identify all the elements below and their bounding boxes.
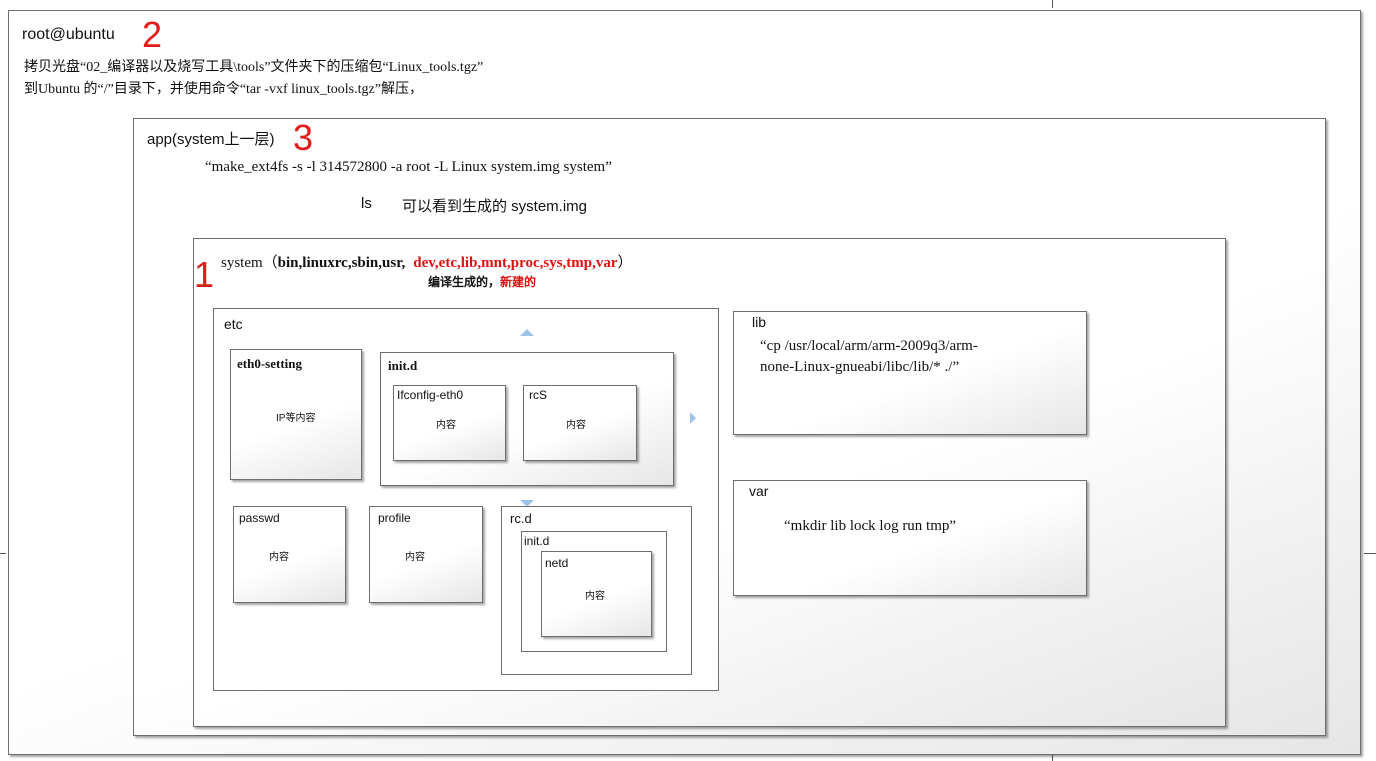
ifconfig-eth0-content: 内容 xyxy=(436,420,456,431)
make-ext4fs-command: “make_ext4fs -s -l 314572800 -a root -L … xyxy=(205,159,612,175)
profile-box: profile 内容 xyxy=(369,506,483,603)
passwd-title: passwd xyxy=(239,511,280,525)
arrow-right-icon xyxy=(690,412,696,424)
lib-label: lib xyxy=(752,314,767,330)
profile-content: 内容 xyxy=(405,552,425,563)
root-title: root@ubuntu xyxy=(22,26,115,43)
system-suffix: ） xyxy=(617,255,633,271)
rcs-title: rcS xyxy=(529,388,547,402)
note-compiled: 编译生成的， xyxy=(428,275,501,289)
netd-content: 内容 xyxy=(585,591,605,602)
system-box: 1 system（bin,linuxrc,sbin,usr, dev,etc,li… xyxy=(193,238,1226,727)
lib-command-line2: none-Linux-gnueabi/libc/lib/* ./” xyxy=(760,359,960,375)
rcd-initd-box: init.d netd 内容 xyxy=(521,531,667,652)
lib-command-line1: “cp /usr/local/arm/arm-2009q3/arm- xyxy=(760,338,978,354)
etc-label: etc xyxy=(224,316,243,332)
lib-box: lib “cp /usr/local/arm/arm-2009q3/arm- n… xyxy=(733,311,1087,435)
copy-instruction-line2: 到Ubuntu 的“/”目录下，并使用命令“tar -vxf linux_too… xyxy=(24,82,423,97)
guide-mark-top xyxy=(1052,0,1053,8)
ls-description: 可以看到生成的 system.img xyxy=(402,198,588,215)
app-box: app(system上一层) 3 “make_ext4fs -s -l 3145… xyxy=(133,118,1326,736)
step-number-2: 2 xyxy=(142,14,163,55)
eth0-setting-title: eth0-setting xyxy=(237,356,302,371)
system-prefix: system（ xyxy=(221,255,278,271)
note-created: 新建的 xyxy=(500,275,537,289)
var-label: var xyxy=(749,483,769,499)
guide-mark-bottom xyxy=(1052,754,1053,761)
arrow-up-icon xyxy=(520,329,534,336)
eth0-setting-content: IP等内容 xyxy=(276,413,316,424)
var-box: var “mkdir lib lock log run tmp” xyxy=(733,480,1087,596)
system-dir-list: system（bin,linuxrc,sbin,usr, dev,etc,lib,… xyxy=(221,251,633,272)
ifconfig-eth0-title: Ifconfig-eth0 xyxy=(397,388,464,402)
rcs-box: rcS 内容 xyxy=(523,385,637,461)
ifconfig-eth0-box: Ifconfig-eth0 内容 xyxy=(393,385,506,461)
var-command: “mkdir lib lock log run tmp” xyxy=(784,518,957,534)
profile-title: profile xyxy=(378,511,411,525)
app-title: app(system上一层) xyxy=(147,131,275,148)
created-dirs: dev,etc,lib,mnt,proc,sys,tmp,var xyxy=(413,255,618,271)
root-ubuntu-box: root@ubuntu 2 拷贝光盘“02_编译器以及烧写工具\tools”文件… xyxy=(8,10,1361,755)
step-number-3: 3 xyxy=(293,117,314,158)
copy-instruction-line1: 拷贝光盘“02_编译器以及烧写工具\tools”文件夹下的压缩包“Linux_t… xyxy=(24,60,484,75)
initd-box: init.d Ifconfig-eth0 内容 rcS 内容 xyxy=(380,352,674,486)
initd-title: init.d xyxy=(388,358,418,373)
rcd-initd-title: init.d xyxy=(524,534,550,548)
guide-mark-right xyxy=(1364,553,1376,554)
etc-box: etc eth0-setting IP等内容 init.d Ifconfig-e… xyxy=(213,308,719,691)
ls-label: ls xyxy=(361,195,372,212)
guide-mark-left xyxy=(0,553,6,554)
rcd-box: rc.d init.d netd 内容 xyxy=(501,506,692,675)
netd-title: netd xyxy=(545,556,569,570)
rcs-content: 内容 xyxy=(566,420,586,431)
eth0-setting-box: eth0-setting IP等内容 xyxy=(230,349,362,480)
rcd-title: rc.d xyxy=(510,511,532,526)
dir-note: 编译生成的，新建的 xyxy=(428,273,536,290)
step-number-1: 1 xyxy=(194,254,215,295)
netd-box: netd 内容 xyxy=(541,551,652,637)
passwd-box: passwd 内容 xyxy=(233,506,346,603)
passwd-content: 内容 xyxy=(269,552,289,563)
compiled-dirs: bin,linuxrc,sbin,usr, xyxy=(277,255,406,271)
